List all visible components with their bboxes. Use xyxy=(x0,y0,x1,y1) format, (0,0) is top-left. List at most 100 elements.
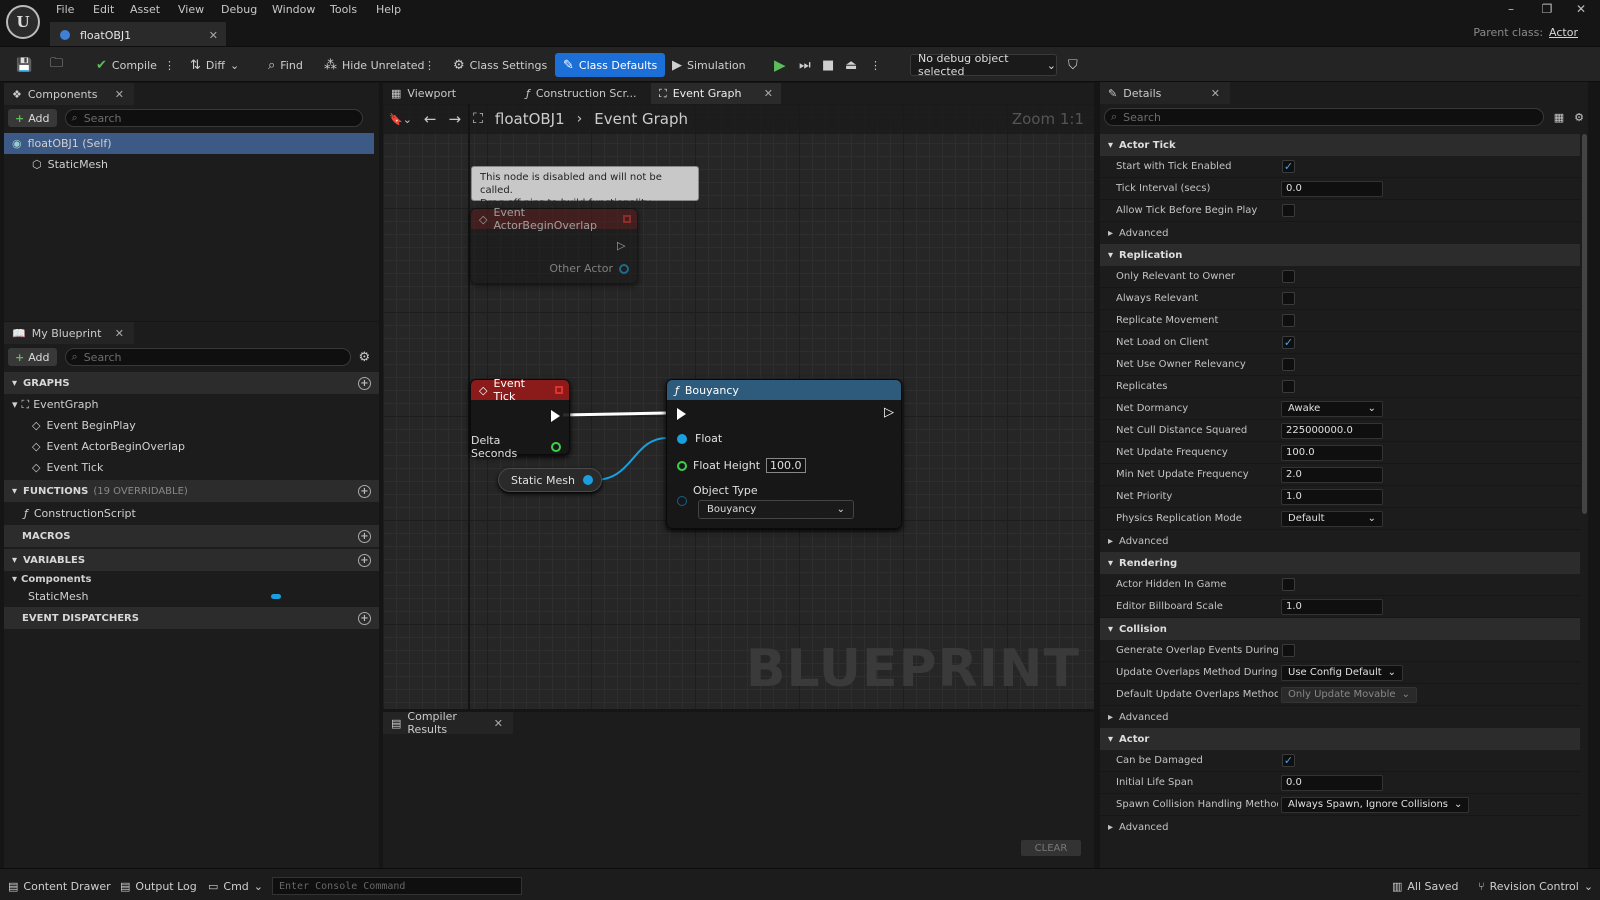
variables-section[interactable]: ▾ VARIABLES + xyxy=(4,549,379,571)
find-button[interactable]: ⌕ Find xyxy=(264,53,307,77)
always-relevant-checkbox[interactable] xyxy=(1282,292,1295,305)
float-pin[interactable]: Float xyxy=(677,432,722,445)
cmd-select[interactable]: ▭ Cmd ⌄ xyxy=(208,877,263,895)
event-graph-canvas[interactable]: 🔖⌄ ← → ⛶ floatOBJ1 › Event Graph Zoom 1:… xyxy=(383,104,1094,709)
simulation-button[interactable]: ▶ Simulation xyxy=(668,53,750,77)
exec-out-pin[interactable]: ▷ xyxy=(617,239,625,252)
add-component-button[interactable]: + Add xyxy=(8,109,57,127)
close-tab-icon[interactable]: ✕ xyxy=(115,88,124,101)
menu-edit[interactable]: Edit xyxy=(93,3,114,19)
details-tab[interactable]: ✎ Details ✕ xyxy=(1100,82,1230,104)
advanced-toggle[interactable]: ▸ Advanced xyxy=(1100,530,1580,552)
can-be-damaged-checkbox[interactable]: ✓ xyxy=(1282,754,1295,767)
allow-tick-checkbox[interactable] xyxy=(1282,204,1295,217)
debug-filter-icon[interactable]: ⛉ xyxy=(1064,53,1082,77)
start-with-tick-checkbox[interactable]: ✓ xyxy=(1282,160,1295,173)
other-actor-pin[interactable]: Other Actor xyxy=(549,262,629,275)
step-icon[interactable]: ⏭ xyxy=(795,53,815,77)
net-load-checkbox[interactable]: ✓ xyxy=(1282,336,1295,349)
add-macro-icon[interactable]: + xyxy=(358,529,371,543)
net-use-owner-checkbox[interactable] xyxy=(1282,358,1295,371)
details-scrollbar[interactable] xyxy=(1582,134,1587,514)
settings-gear-icon[interactable]: ⚙ xyxy=(359,350,371,365)
play-icon[interactable]: ▶ xyxy=(770,53,790,77)
clear-button[interactable]: CLEAR xyxy=(1021,840,1081,856)
compile-options-icon[interactable]: ⋮ xyxy=(160,53,179,77)
object-type-select[interactable]: Bouyancy ⌄ xyxy=(698,500,854,519)
close-window-icon[interactable]: ✕ xyxy=(1570,2,1592,18)
spawn-collision-select[interactable]: Always Spawn, Ignore Collisions ⌄ xyxy=(1281,796,1470,813)
tree-variables-components[interactable]: ▾ Components xyxy=(4,571,379,588)
output-log-button[interactable]: ▤ Output Log xyxy=(120,877,197,895)
initial-life-span-field[interactable]: 0.0 xyxy=(1281,774,1383,791)
save-icon[interactable]: 💾 xyxy=(12,53,36,77)
menu-window[interactable]: Window xyxy=(272,3,315,19)
close-tab-icon[interactable]: ✕ xyxy=(209,29,218,42)
components-tab[interactable]: ❖ Components ✕ xyxy=(4,83,134,105)
document-tab[interactable]: floatOBJ1 ✕ xyxy=(50,22,226,46)
menu-view[interactable]: View xyxy=(178,3,204,19)
unreal-logo-icon[interactable]: U xyxy=(6,5,40,39)
category-rendering[interactable]: ▾ Rendering xyxy=(1100,552,1580,574)
console-command-input[interactable]: Enter Console Command xyxy=(272,877,522,895)
category-actor[interactable]: ▾ Actor xyxy=(1100,728,1580,750)
event-dispatchers-section[interactable]: EVENT DISPATCHERS + xyxy=(4,607,379,629)
generate-overlap-checkbox[interactable] xyxy=(1282,644,1295,657)
all-saved-button[interactable]: ▥ All Saved xyxy=(1392,877,1459,895)
actor-hidden-checkbox[interactable] xyxy=(1282,578,1295,591)
close-tab-icon[interactable]: ✕ xyxy=(494,717,503,730)
net-dormancy-select[interactable]: Awake ⌄ xyxy=(1281,400,1383,417)
only-relevant-checkbox[interactable] xyxy=(1282,270,1295,283)
tab-viewport[interactable]: ▦ Viewport xyxy=(383,83,513,104)
exec-out-pin[interactable]: ▷ xyxy=(884,405,894,420)
play-options-icon[interactable]: ⋮ xyxy=(866,53,885,77)
add-variable-icon[interactable]: + xyxy=(358,553,371,567)
advanced-toggle[interactable]: ▸ Advanced xyxy=(1100,222,1580,244)
tree-construction-script[interactable]: ƒ ConstructionScript xyxy=(4,503,379,524)
menu-help[interactable]: Help xyxy=(376,3,401,19)
add-function-icon[interactable]: + xyxy=(358,484,371,498)
graphs-section[interactable]: ▾ GRAPHS + xyxy=(4,372,379,394)
replicates-checkbox[interactable] xyxy=(1282,380,1295,393)
eject-icon[interactable]: ⏏ xyxy=(841,53,861,77)
min-net-update-field[interactable]: 2.0 xyxy=(1281,466,1383,483)
stop-icon[interactable]: ■ xyxy=(818,53,838,77)
replicate-movement-checkbox[interactable] xyxy=(1282,314,1295,327)
my-blueprint-tab[interactable]: 📖 My Blueprint ✕ xyxy=(4,322,134,344)
delta-seconds-pin[interactable]: Delta Seconds xyxy=(471,434,561,460)
tab-event-graph[interactable]: ⛶ Event Graph ✕ xyxy=(651,83,781,104)
debug-object-select[interactable]: No debug object selected ⌄ xyxy=(910,52,1057,78)
tree-event-beginplay[interactable]: ◇ Event BeginPlay xyxy=(4,415,379,436)
component-staticmesh[interactable]: ⬡ StaticMesh xyxy=(4,154,379,175)
class-defaults-button[interactable]: ✎ Class Defaults xyxy=(555,53,666,77)
table-view-icon[interactable]: ▦ xyxy=(1554,111,1564,124)
category-actor-tick[interactable]: ▾ Actor Tick xyxy=(1100,134,1580,156)
details-search-input[interactable]: ⌕ Search xyxy=(1104,108,1544,126)
exec-out-pin[interactable] xyxy=(551,410,560,422)
revision-control-button[interactable]: ⑂ Revision Control ⌄ xyxy=(1478,877,1593,895)
compiler-results-tab[interactable]: ▤ Compiler Results ✕ xyxy=(383,710,513,736)
menu-file[interactable]: File xyxy=(56,3,74,19)
add-graph-icon[interactable]: + xyxy=(358,376,371,390)
hide-unrelated-options-icon[interactable]: ⋮ xyxy=(420,53,439,77)
browse-icon[interactable]: 🗀 xyxy=(46,53,67,77)
add-member-button[interactable]: + Add xyxy=(8,348,57,366)
content-drawer-button[interactable]: ▤ Content Drawer xyxy=(8,877,111,895)
node-event-tick[interactable]: ◇ Event Tick Delta Seconds xyxy=(470,377,570,460)
hide-unrelated-button[interactable]: ⁂ Hide Unrelated xyxy=(320,53,429,77)
net-update-field[interactable]: 100.0 xyxy=(1281,444,1383,461)
node-bouyancy[interactable]: ƒ Bouyancy ▷ Float Float Height 100.0 Obje… xyxy=(666,379,902,529)
tree-variable-staticmesh[interactable]: StaticMesh xyxy=(4,588,379,605)
restore-icon[interactable]: ❐ xyxy=(1536,2,1558,18)
add-dispatcher-icon[interactable]: + xyxy=(358,611,371,625)
minimize-icon[interactable]: – xyxy=(1500,2,1522,18)
menu-tools[interactable]: Tools xyxy=(330,3,357,19)
category-collision[interactable]: ▾ Collision xyxy=(1100,618,1580,640)
menu-asset[interactable]: Asset xyxy=(130,3,160,19)
tree-event-actorbeginoverlap[interactable]: ◇ Event ActorBeginOverlap xyxy=(4,436,379,457)
menu-debug[interactable]: Debug xyxy=(221,3,257,19)
exec-in-pin[interactable] xyxy=(677,408,686,420)
macros-section[interactable]: MACROS + xyxy=(4,525,379,547)
tick-interval-field[interactable]: 0.0 xyxy=(1281,180,1383,197)
my-blueprint-search-input[interactable]: ⌕ Search xyxy=(64,348,351,366)
